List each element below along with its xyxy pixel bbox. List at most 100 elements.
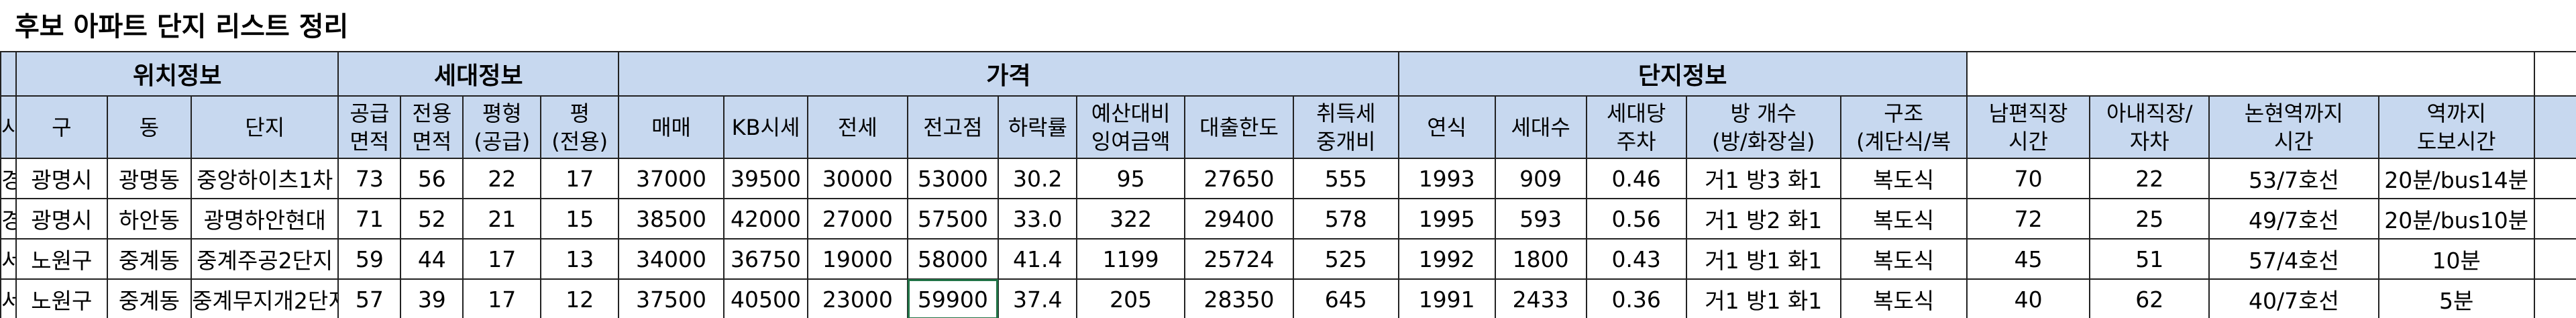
column-header-0[interactable]: 시 — [0, 95, 17, 159]
table-cell[interactable]: 51 — [2089, 238, 2210, 280]
table-cell[interactable]: 53000 — [906, 158, 1000, 199]
table-cell[interactable]: 28350 — [1184, 278, 1294, 318]
table-cell[interactable]: 13 — [540, 238, 620, 280]
table-cell[interactable]: 40500 — [722, 278, 809, 318]
group-header-price[interactable]: 가격 — [618, 51, 1399, 97]
table-cell[interactable]: 15 — [540, 198, 620, 240]
table-cell[interactable]: 59900 — [906, 278, 1000, 318]
table-cell[interactable]: 22 — [2089, 158, 2210, 199]
column-header-21[interactable]: 남편직장 시간 — [1966, 95, 2091, 159]
table-cell[interactable]: 중계동 — [106, 278, 193, 318]
table-cell[interactable]: 광명동 — [106, 158, 193, 199]
table-cell[interactable]: 0.46 — [1585, 158, 1687, 199]
table-cell[interactable]: 복도식 — [1839, 238, 1968, 280]
column-header-15[interactable]: 취득세 중개비 — [1292, 95, 1399, 159]
table-cell-overflow[interactable] — [2533, 238, 2576, 280]
table-cell[interactable]: 45 — [1966, 238, 2091, 280]
column-header-20[interactable]: 구조 (계단식/복 — [1839, 95, 1968, 159]
table-cell[interactable]: 광명하안현대 — [191, 198, 339, 240]
table-cell[interactable]: 72 — [1966, 198, 2091, 240]
table-cell[interactable]: 1800 — [1494, 238, 1587, 280]
column-header-11[interactable]: 전고점 — [906, 95, 1000, 159]
table-cell[interactable]: 40 — [1966, 278, 2091, 318]
table-cell[interactable]: 49/7호선 — [2208, 198, 2379, 240]
table-cell[interactable]: 복도식 — [1839, 158, 1968, 199]
table-cell[interactable]: 25724 — [1184, 238, 1294, 280]
table-cell[interactable]: 서울 — [0, 278, 17, 318]
table-cell[interactable]: 27650 — [1184, 158, 1294, 199]
table-cell[interactable]: 20분/bus14분 — [2377, 158, 2535, 199]
group-header-commute[interactable] — [1966, 51, 2535, 97]
table-cell[interactable]: 645 — [1292, 278, 1399, 318]
table-cell[interactable]: 52 — [400, 198, 464, 240]
table-cell[interactable]: 525 — [1292, 238, 1399, 280]
table-cell[interactable]: 21 — [462, 198, 542, 240]
table-cell[interactable]: 555 — [1292, 158, 1399, 199]
table-cell[interactable]: 37000 — [618, 158, 724, 199]
column-header-17[interactable]: 세대수 — [1494, 95, 1587, 159]
table-cell-overflow[interactable] — [2533, 158, 2576, 199]
table-cell-overflow[interactable] — [2533, 278, 2576, 318]
column-header-18[interactable]: 세대당 주차 — [1585, 95, 1687, 159]
table-cell[interactable]: 0.56 — [1585, 198, 1687, 240]
table-cell[interactable]: 25 — [2089, 198, 2210, 240]
table-cell[interactable]: 29400 — [1184, 198, 1294, 240]
table-cell[interactable]: 10분 — [2377, 238, 2535, 280]
table-cell[interactable]: 광명시 — [15, 198, 108, 240]
column-header-overflow[interactable] — [2533, 95, 2576, 159]
table-cell[interactable]: 거1 방2 화1 — [1685, 198, 1841, 240]
group-header-household[interactable]: 세대정보 — [337, 51, 620, 97]
column-header-1[interactable]: 구 — [15, 95, 108, 159]
table-cell[interactable]: 경기 — [0, 158, 17, 199]
table-cell[interactable]: 578 — [1292, 198, 1399, 240]
column-header-12[interactable]: 하락률 — [998, 95, 1078, 159]
table-cell[interactable]: 5분 — [2377, 278, 2535, 318]
table-cell[interactable]: 58000 — [906, 238, 1000, 280]
table-cell[interactable]: 41.4 — [998, 238, 1078, 280]
column-header-3[interactable]: 단지 — [191, 95, 339, 159]
table-cell[interactable]: 39 — [400, 278, 464, 318]
table-cell[interactable]: 22 — [462, 158, 542, 199]
column-header-14[interactable]: 대출한도 — [1184, 95, 1294, 159]
table-cell[interactable]: 서울 — [0, 238, 17, 280]
table-cell[interactable]: 17 — [540, 158, 620, 199]
table-cell[interactable]: 39500 — [722, 158, 809, 199]
table-cell[interactable]: 57/4호선 — [2208, 238, 2379, 280]
table-cell[interactable]: 17 — [462, 278, 542, 318]
column-header-22[interactable]: 아내직장/자차 — [2089, 95, 2210, 159]
table-cell[interactable]: 1199 — [1076, 238, 1186, 280]
table-cell[interactable]: 중계주공2단지 — [191, 238, 339, 280]
table-cell[interactable]: 중계동 — [106, 238, 193, 280]
table-cell[interactable]: 59 — [337, 238, 402, 280]
table-cell[interactable]: 38500 — [618, 198, 724, 240]
table-cell[interactable]: 거1 방1 화1 — [1685, 238, 1841, 280]
table-cell[interactable]: 909 — [1494, 158, 1587, 199]
table-cell[interactable]: 거1 방1 화1 — [1685, 278, 1841, 318]
group-header-overflow[interactable] — [2533, 51, 2576, 97]
table-cell[interactable]: 20분/bus10분 — [2377, 198, 2535, 240]
column-header-6[interactable]: 평형 (공급) — [462, 95, 542, 159]
table-cell[interactable]: 노원구 — [15, 238, 108, 280]
table-cell[interactable]: 경기 — [0, 198, 17, 240]
sheet-title[interactable]: 후보 아파트 단지 리스트 정리 — [15, 5, 348, 48]
table-cell[interactable]: 0.43 — [1585, 238, 1687, 280]
table-cell[interactable]: 0.36 — [1585, 278, 1687, 318]
table-cell[interactable]: 복도식 — [1839, 278, 1968, 318]
table-cell[interactable]: 33.0 — [998, 198, 1078, 240]
column-header-16[interactable]: 연식 — [1397, 95, 1496, 159]
table-cell[interactable]: 중앙하이츠1차 — [191, 158, 339, 199]
table-cell[interactable]: 322 — [1076, 198, 1186, 240]
table-cell[interactable]: 37.4 — [998, 278, 1078, 318]
table-cell[interactable]: 53/7호선 — [2208, 158, 2379, 199]
table-cell[interactable]: 593 — [1494, 198, 1587, 240]
table-cell-overflow[interactable] — [2533, 198, 2576, 240]
table-cell[interactable]: 12 — [540, 278, 620, 318]
table-cell[interactable]: 56 — [400, 158, 464, 199]
group-header-location[interactable] — [0, 51, 17, 97]
table-cell[interactable]: 95 — [1076, 158, 1186, 199]
table-cell[interactable]: 1995 — [1397, 198, 1496, 240]
table-cell[interactable]: 205 — [1076, 278, 1186, 318]
table-cell[interactable]: 17 — [462, 238, 542, 280]
column-header-23[interactable]: 논현역까지 시간 — [2208, 95, 2379, 159]
table-cell[interactable]: 62 — [2089, 278, 2210, 318]
